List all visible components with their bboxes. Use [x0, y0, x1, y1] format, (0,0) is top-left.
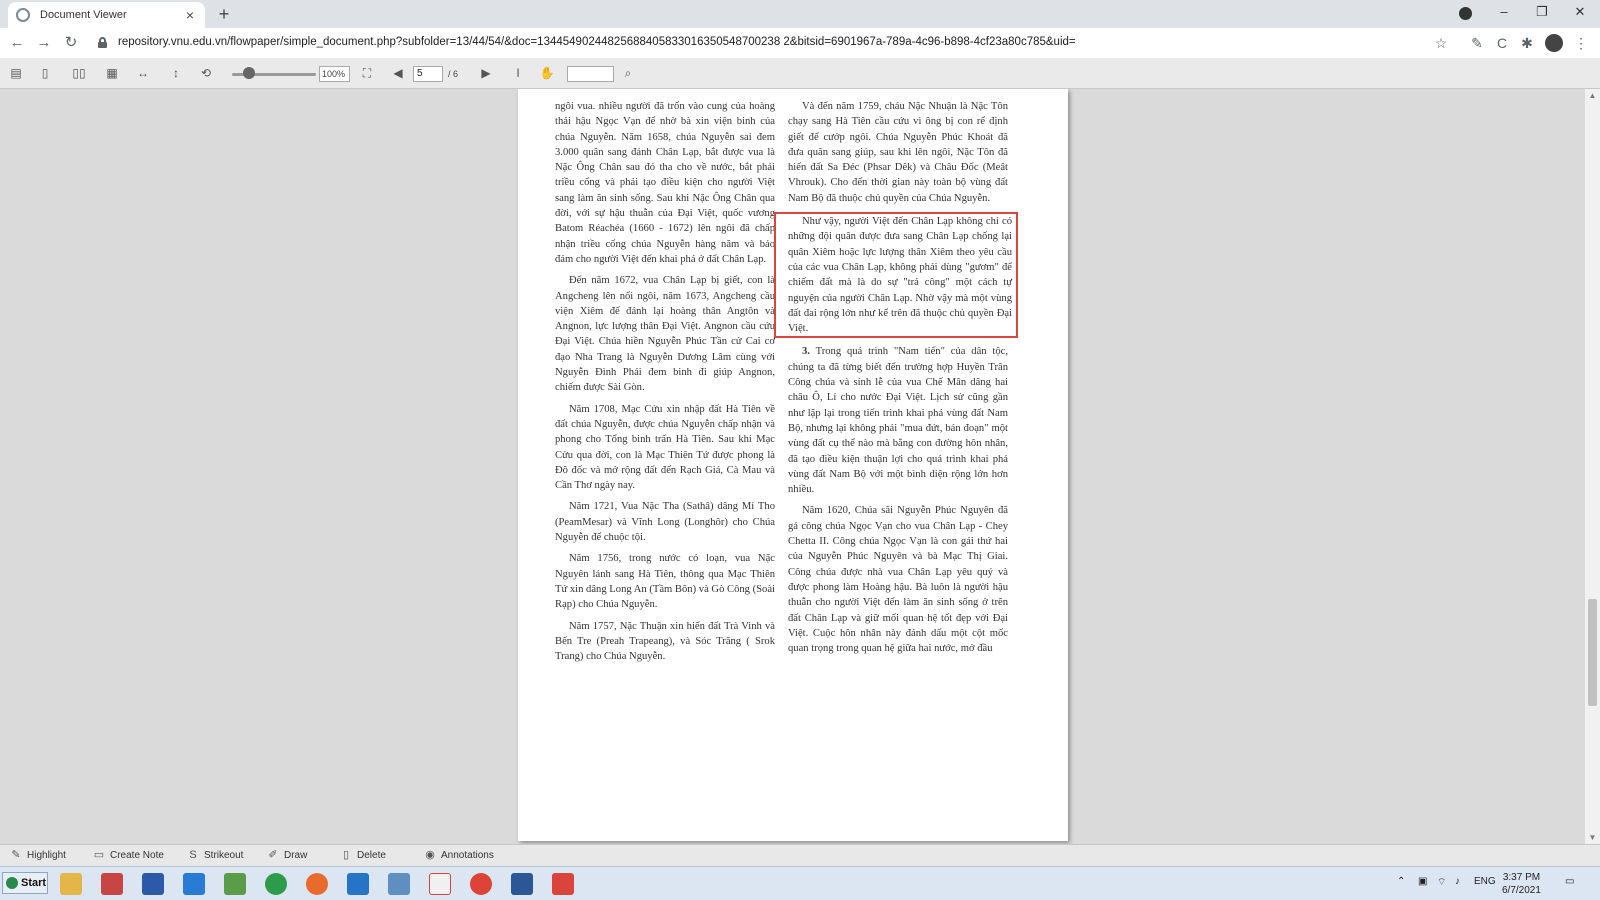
- forward-icon[interactable]: →: [35, 34, 53, 52]
- bookmark-star-icon[interactable]: ☆: [1432, 34, 1450, 52]
- draw-button[interactable]: ✐ Draw: [267, 849, 307, 861]
- close-tab-icon[interactable]: ×: [183, 7, 197, 23]
- address-bar-row: ← → ↻ repository.vnu.edu.vn/flowpaper/si…: [0, 28, 1600, 58]
- paragraph: Và đến năm 1759, cháu Nặc Nhuận là Nặc T…: [788, 101, 1008, 204]
- thumbnail-grid-icon[interactable]: ▦: [104, 66, 120, 80]
- note-icon: ▭: [93, 849, 105, 861]
- scrollbar-thumb[interactable]: [1588, 599, 1597, 706]
- page-count: / 6: [448, 69, 459, 79]
- fit-width-icon[interactable]: ↔: [135, 66, 151, 80]
- windows-taskbar: Start ⌃ ▣ ⌔ ♪ ENG 3:37 PM 6/7/2021 ▭: [0, 866, 1600, 900]
- lock-icon[interactable]: [98, 37, 107, 48]
- page-number-input[interactable]: 5: [413, 66, 443, 82]
- highlight-annotation-box[interactable]: Như vậy, người Việt đến Chân Lạp không c…: [774, 212, 1018, 339]
- text-select-icon[interactable]: I: [510, 66, 526, 80]
- create-note-button[interactable]: ▭ Create Note: [93, 849, 164, 861]
- reload-icon[interactable]: ↻: [62, 34, 80, 52]
- scroll-down-icon[interactable]: ▼: [1585, 833, 1600, 842]
- app-blue-icon[interactable]: [388, 873, 410, 895]
- paragraph: Năm 1756, trong nước có loạn, vua Nặc Ng…: [555, 553, 775, 611]
- annotation-toolbar: ✎ Highlight ▭ Create Note S Strikeout ✐ Draw…: [0, 844, 1600, 866]
- delete-button[interactable]: ▯ Delete: [340, 849, 386, 861]
- window-close-button[interactable]: ✕: [1568, 4, 1592, 20]
- tab-title: Document Viewer: [40, 9, 127, 21]
- pdf-icon[interactable]: [429, 873, 451, 895]
- browser-titlebar: Document Viewer × + – ❐ ✕: [0, 0, 1600, 28]
- paragraph: Năm 1708, Mạc Cửu xin nhập đất Hà Tiên v…: [555, 403, 775, 492]
- extension-c-icon[interactable]: C: [1493, 34, 1511, 52]
- volume-icon[interactable]: ♪: [1455, 876, 1460, 887]
- section-number: 3.: [802, 346, 810, 358]
- strikeout-icon: S: [189, 849, 197, 861]
- extensions-puzzle-icon[interactable]: ✱: [1518, 34, 1536, 52]
- highlight-button[interactable]: ✎ Highlight: [10, 849, 66, 861]
- print-icon[interactable]: ▤: [8, 66, 24, 80]
- scroll-up-icon[interactable]: ▲: [1585, 91, 1600, 100]
- annotations-button[interactable]: ◉ Annotations: [424, 849, 494, 861]
- menu-kebab-icon[interactable]: ⋮: [1572, 34, 1590, 52]
- viewer-toolbar: ▤ ▯ ▯▯ ▦ ↔ ↕ ⟲ 100% ⛶ ◀ 5 / 6 ▶ I ✋ ⌕: [0, 58, 1600, 89]
- zoom-level-input[interactable]: 100%: [319, 66, 350, 82]
- extension-pen-icon[interactable]: ✎: [1468, 34, 1486, 52]
- chrome-icon[interactable]: [470, 873, 492, 895]
- teamviewer-icon[interactable]: [183, 873, 205, 895]
- eye-icon: ◉: [425, 849, 435, 861]
- browser-tab[interactable]: Document Viewer ×: [8, 2, 205, 28]
- system-clock[interactable]: 3:37 PM 6/7/2021: [1502, 871, 1541, 897]
- vertical-scrollbar[interactable]: ▲ ▼: [1585, 89, 1600, 844]
- language-indicator[interactable]: ENG: [1474, 876, 1496, 887]
- pencil-icon: ✎: [11, 849, 21, 861]
- strikeout-button[interactable]: S Strikeout: [187, 849, 243, 861]
- file-explorer-icon[interactable]: [60, 873, 82, 895]
- next-page-icon[interactable]: ▶: [478, 66, 494, 80]
- media-control-icon[interactable]: [1459, 7, 1472, 20]
- fullscreen-icon[interactable]: ⛶: [359, 66, 375, 80]
- powershell-icon[interactable]: [142, 873, 164, 895]
- tray-app-icon[interactable]: ▣: [1418, 876, 1427, 887]
- url-path: /flowpaper/simple_document.php?subfolder…: [227, 36, 1076, 48]
- document-area[interactable]: ngôi vua. nhiều người đã trốn vào cung c…: [0, 89, 1600, 844]
- word-icon[interactable]: [511, 873, 533, 895]
- notifications-icon[interactable]: ▭: [1565, 876, 1574, 887]
- left-column: ngôi vua. nhiều người đã trốn vào cung c…: [555, 99, 775, 670]
- minimize-button[interactable]: –: [1492, 4, 1516, 19]
- search-input[interactable]: [567, 66, 614, 82]
- show-hidden-icons-icon[interactable]: ⌃: [1397, 876, 1405, 887]
- restore-button[interactable]: ❐: [1530, 4, 1554, 20]
- app-orange-icon[interactable]: [306, 873, 328, 895]
- start-button[interactable]: Start: [2, 872, 48, 894]
- app-s-icon[interactable]: [552, 873, 574, 895]
- app-red-icon[interactable]: [101, 873, 123, 895]
- zoom-slider-handle[interactable]: [243, 67, 255, 79]
- two-page-icon[interactable]: ▯▯: [69, 66, 89, 80]
- app-green-icon[interactable]: [265, 873, 287, 895]
- right-column: Và đến năm 1759, cháu Nặc Nhuận là Nặc T…: [774, 99, 1018, 662]
- notepad-icon[interactable]: [224, 873, 246, 895]
- back-icon[interactable]: ←: [8, 34, 26, 52]
- pan-hand-icon[interactable]: ✋: [539, 66, 555, 80]
- draw-pen-icon: ✐: [268, 849, 278, 861]
- profile-avatar[interactable]: [1545, 34, 1563, 52]
- paragraph: ngôi vua. nhiều người đã trốn vào cung c…: [555, 101, 775, 265]
- network-icon[interactable]: ⌔: [1437, 876, 1446, 889]
- paragraph: Năm 1757, Nặc Thuận xin hiến đất Trà Vin…: [555, 620, 775, 663]
- document-page: ngôi vua. nhiều người đã trốn vào cung c…: [518, 89, 1068, 841]
- new-tab-button[interactable]: +: [214, 4, 234, 25]
- highlighted-paragraph: Như vậy, người Việt đến Chân Lạp không c…: [788, 216, 1012, 335]
- paragraph: Năm 1721, Vua Nặc Tha (Sathâ) dâng Mỉ Th…: [555, 501, 775, 544]
- paragraph: 3. Trong quá trình "Nam tiến" của dân tộ…: [788, 346, 1008, 496]
- paragraph: Năm 1620, Chúa sãi Nguyễn Phúc Nguyên đã…: [788, 505, 1008, 655]
- globe-icon: [16, 8, 30, 22]
- trash-icon: ▯: [342, 849, 350, 861]
- search-icon[interactable]: ⌕: [620, 66, 636, 80]
- fit-height-icon[interactable]: ↕: [168, 66, 184, 80]
- url-field[interactable]: repository.vnu.edu.vn/flowpaper/simple_d…: [118, 36, 1076, 48]
- rotate-icon[interactable]: ⟲: [198, 66, 214, 80]
- single-page-icon[interactable]: ▯: [37, 66, 53, 80]
- previous-page-icon[interactable]: ◀: [390, 66, 406, 80]
- windows-orb-icon: [6, 877, 18, 889]
- vscode-icon[interactable]: [347, 873, 369, 895]
- paragraph: Đến năm 1672, vua Chân Lạp bị giết, con …: [555, 275, 775, 394]
